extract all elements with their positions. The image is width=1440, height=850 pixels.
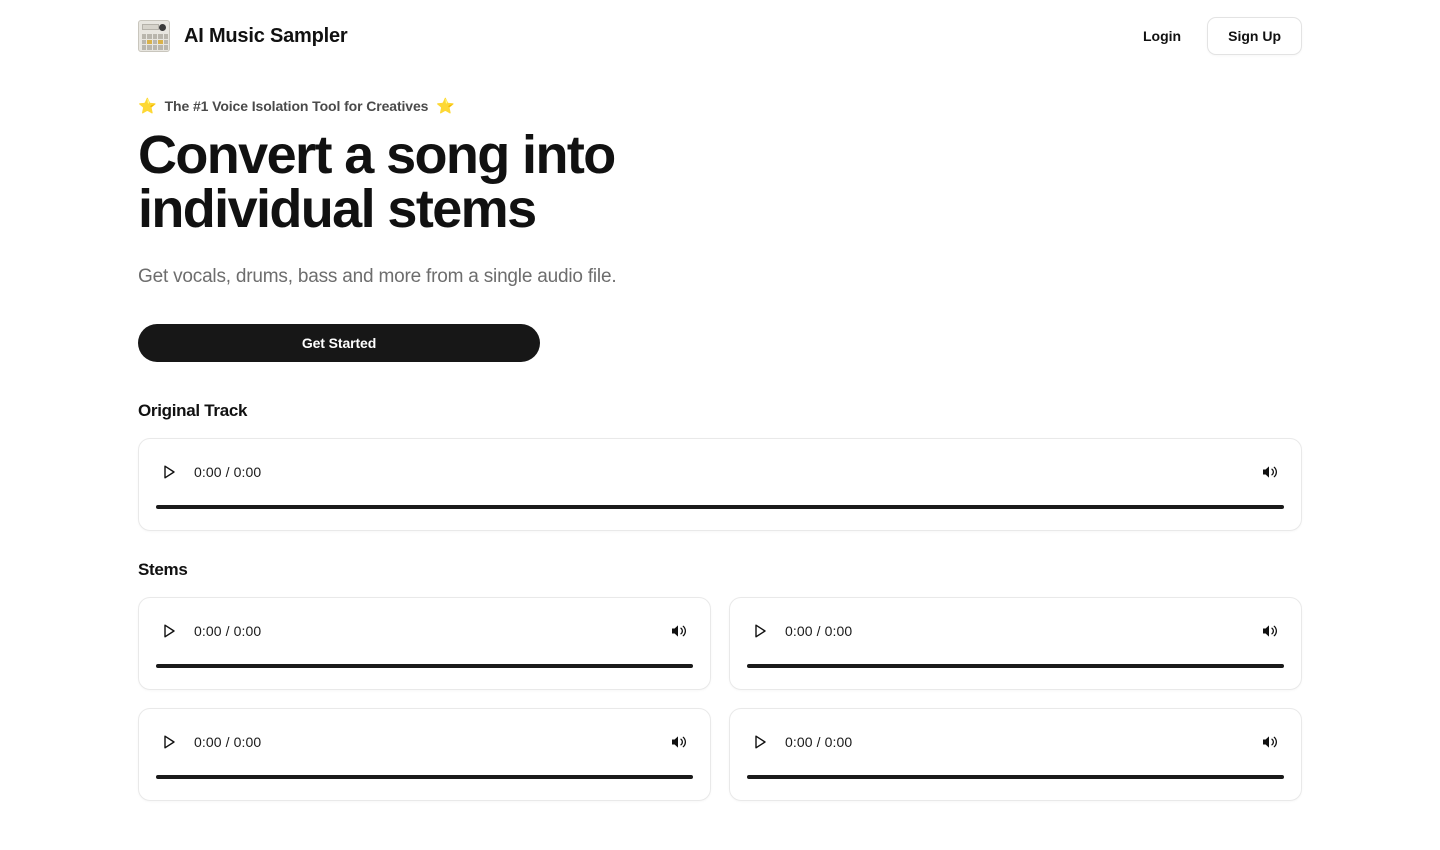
- audio-player-stem-2: 0:00 / 0:00: [729, 597, 1302, 690]
- player-left-group: 0:00 / 0:00: [751, 733, 852, 751]
- progress-bar[interactable]: [156, 664, 693, 668]
- time-display: 0:00 / 0:00: [194, 464, 262, 481]
- site-header: AI Music Sampler Login Sign Up: [0, 0, 1440, 72]
- brand[interactable]: AI Music Sampler: [138, 20, 348, 52]
- play-icon[interactable]: [160, 622, 178, 640]
- player-controls-row: 0:00 / 0:00: [730, 598, 1301, 664]
- volume-icon[interactable]: [669, 621, 689, 641]
- hero-tagline: ⭐ The #1 Voice Isolation Tool for Creati…: [138, 98, 1302, 114]
- signup-button[interactable]: Sign Up: [1207, 17, 1302, 55]
- hero-title-line-1: Convert a song into: [138, 125, 616, 185]
- volume-icon[interactable]: [1260, 621, 1280, 641]
- time-display: 0:00 / 0:00: [194, 623, 262, 640]
- player-left-group: 0:00 / 0:00: [160, 622, 261, 640]
- play-icon[interactable]: [160, 733, 178, 751]
- header-actions: Login Sign Up: [1143, 17, 1302, 55]
- stems-grid: 0:00 / 0:00 0:00 / 0:00 0:00 / 0:00 0:00…: [138, 597, 1302, 801]
- hero-tagline-text: The #1 Voice Isolation Tool for Creative…: [164, 98, 429, 114]
- volume-icon[interactable]: [669, 732, 689, 752]
- progress-bar[interactable]: [156, 775, 693, 779]
- play-icon[interactable]: [751, 622, 769, 640]
- star-icon-right: ⭐: [436, 97, 455, 115]
- player-controls-row: 0:00 / 0:00: [139, 439, 1301, 505]
- audio-player-stem-1: 0:00 / 0:00: [138, 597, 711, 690]
- stems-title: Stems: [138, 560, 188, 579]
- time-display: 0:00 / 0:00: [785, 734, 853, 751]
- play-icon[interactable]: [751, 733, 769, 751]
- login-link[interactable]: Login: [1143, 28, 1181, 44]
- time-display: 0:00 / 0:00: [785, 623, 853, 640]
- player-controls-row: 0:00 / 0:00: [139, 598, 710, 664]
- star-icon-left: ⭐: [138, 97, 157, 115]
- hero-title-line-2: individual stems: [138, 179, 537, 239]
- player-left-group: 0:00 / 0:00: [160, 733, 261, 751]
- brand-name: AI Music Sampler: [184, 24, 348, 47]
- page-root: AI Music Sampler Login Sign Up ⭐ The #1 …: [0, 0, 1440, 850]
- audio-player-stem-4: 0:00 / 0:00: [729, 708, 1302, 801]
- volume-icon[interactable]: [1260, 732, 1280, 752]
- audio-player-stem-3: 0:00 / 0:00: [138, 708, 711, 801]
- player-left-group: 0:00 / 0:00: [160, 463, 261, 481]
- player-controls-row: 0:00 / 0:00: [139, 709, 710, 775]
- page-title: Convert a song into individual stems: [138, 128, 758, 236]
- progress-bar[interactable]: [747, 775, 1284, 779]
- sampler-device-icon: [138, 20, 170, 52]
- main-content: ⭐ The #1 Voice Isolation Tool for Creati…: [0, 72, 1440, 801]
- play-icon[interactable]: [160, 463, 178, 481]
- progress-bar[interactable]: [747, 664, 1284, 668]
- original-track-wrap: 0:00 / 0:00: [138, 438, 1302, 531]
- player-left-group: 0:00 / 0:00: [751, 622, 852, 640]
- volume-icon[interactable]: [1260, 462, 1280, 482]
- progress-bar[interactable]: [156, 505, 1284, 509]
- audio-player-original: 0:00 / 0:00: [138, 438, 1302, 531]
- time-display: 0:00 / 0:00: [194, 734, 262, 751]
- hero-subtitle: Get vocals, drums, bass and more from a …: [138, 266, 617, 287]
- player-controls-row: 0:00 / 0:00: [730, 709, 1301, 775]
- get-started-button[interactable]: Get Started: [138, 324, 540, 362]
- original-track-title: Original Track: [138, 401, 248, 420]
